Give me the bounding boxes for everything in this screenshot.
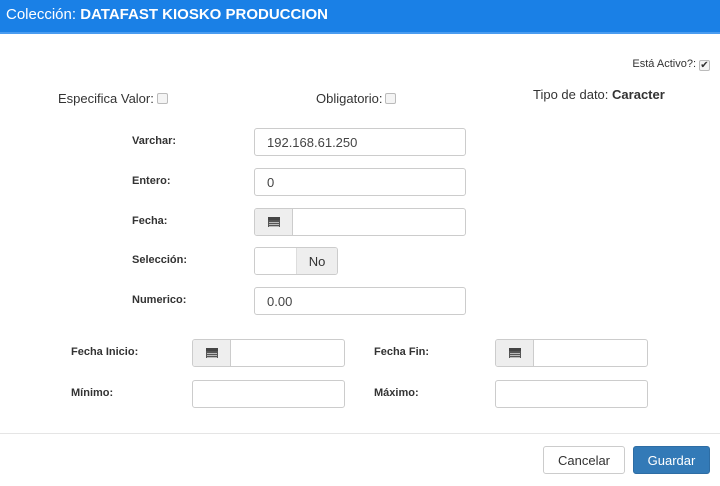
numerico-label: Numerico: <box>132 294 187 306</box>
maximo-input[interactable] <box>495 380 648 408</box>
calendar-button[interactable] <box>496 340 534 366</box>
fecha-fin-label: Fecha Fin: <box>374 346 430 358</box>
calendar-button[interactable] <box>255 209 293 235</box>
activo-field: Está Activo?: ✔ <box>632 58 710 71</box>
obligatorio-label: Obligatorio: <box>316 91 383 106</box>
tipo-label: Tipo de dato: <box>533 87 609 102</box>
fecha-group <box>254 208 466 236</box>
maximo-label: Máximo: <box>374 387 419 399</box>
modal-header: Colección: DATAFAST KIOSKO PRODUCCION <box>0 0 720 34</box>
collection-title: DATAFAST KIOSKO PRODUCCION <box>80 6 328 23</box>
cancel-button[interactable]: Cancelar <box>543 446 625 474</box>
especifica-label: Especifica Valor: <box>58 91 154 106</box>
entero-label: Entero: <box>132 175 171 187</box>
calendar-icon <box>508 348 521 358</box>
fecha-fin-input[interactable] <box>534 340 647 366</box>
tipo-value: Caracter <box>612 87 665 102</box>
toggle-handle <box>255 248 297 274</box>
entero-input[interactable]: 0 <box>254 168 466 196</box>
fecha-inicio-group <box>192 339 345 367</box>
especifica-checkbox[interactable] <box>156 93 168 104</box>
footer-divider <box>0 433 720 434</box>
especifica-field: Especifica Valor: <box>58 91 168 106</box>
fecha-inicio-input[interactable] <box>231 340 344 366</box>
minimo-input[interactable] <box>192 380 345 408</box>
fecha-label: Fecha: <box>132 215 168 227</box>
numerico-input[interactable]: 0.00 <box>254 287 466 315</box>
fecha-input[interactable] <box>293 209 465 235</box>
minimo-label: Mínimo: <box>71 387 114 399</box>
varchar-input[interactable]: 192.168.61.250 <box>254 128 466 156</box>
calendar-icon <box>205 348 218 358</box>
calendar-button[interactable] <box>193 340 231 366</box>
varchar-label: Varchar: <box>132 135 177 147</box>
calendar-icon <box>267 217 280 227</box>
seleccion-toggle[interactable]: No <box>254 247 338 275</box>
activo-checkbox[interactable]: ✔ <box>699 60 710 71</box>
obligatorio-checkbox[interactable] <box>385 93 397 104</box>
seleccion-label: Selección: <box>132 254 188 266</box>
fecha-fin-group <box>495 339 648 367</box>
tipo-dato: Tipo de dato: Caracter <box>533 87 665 102</box>
fecha-inicio-label: Fecha Inicio: <box>71 346 139 358</box>
toggle-value: No <box>297 248 337 274</box>
header-prefix: Colección: <box>6 6 77 23</box>
obligatorio-field: Obligatorio: <box>316 91 397 106</box>
activo-label: Está Activo?: <box>632 58 696 70</box>
save-button[interactable]: Guardar <box>633 446 710 474</box>
